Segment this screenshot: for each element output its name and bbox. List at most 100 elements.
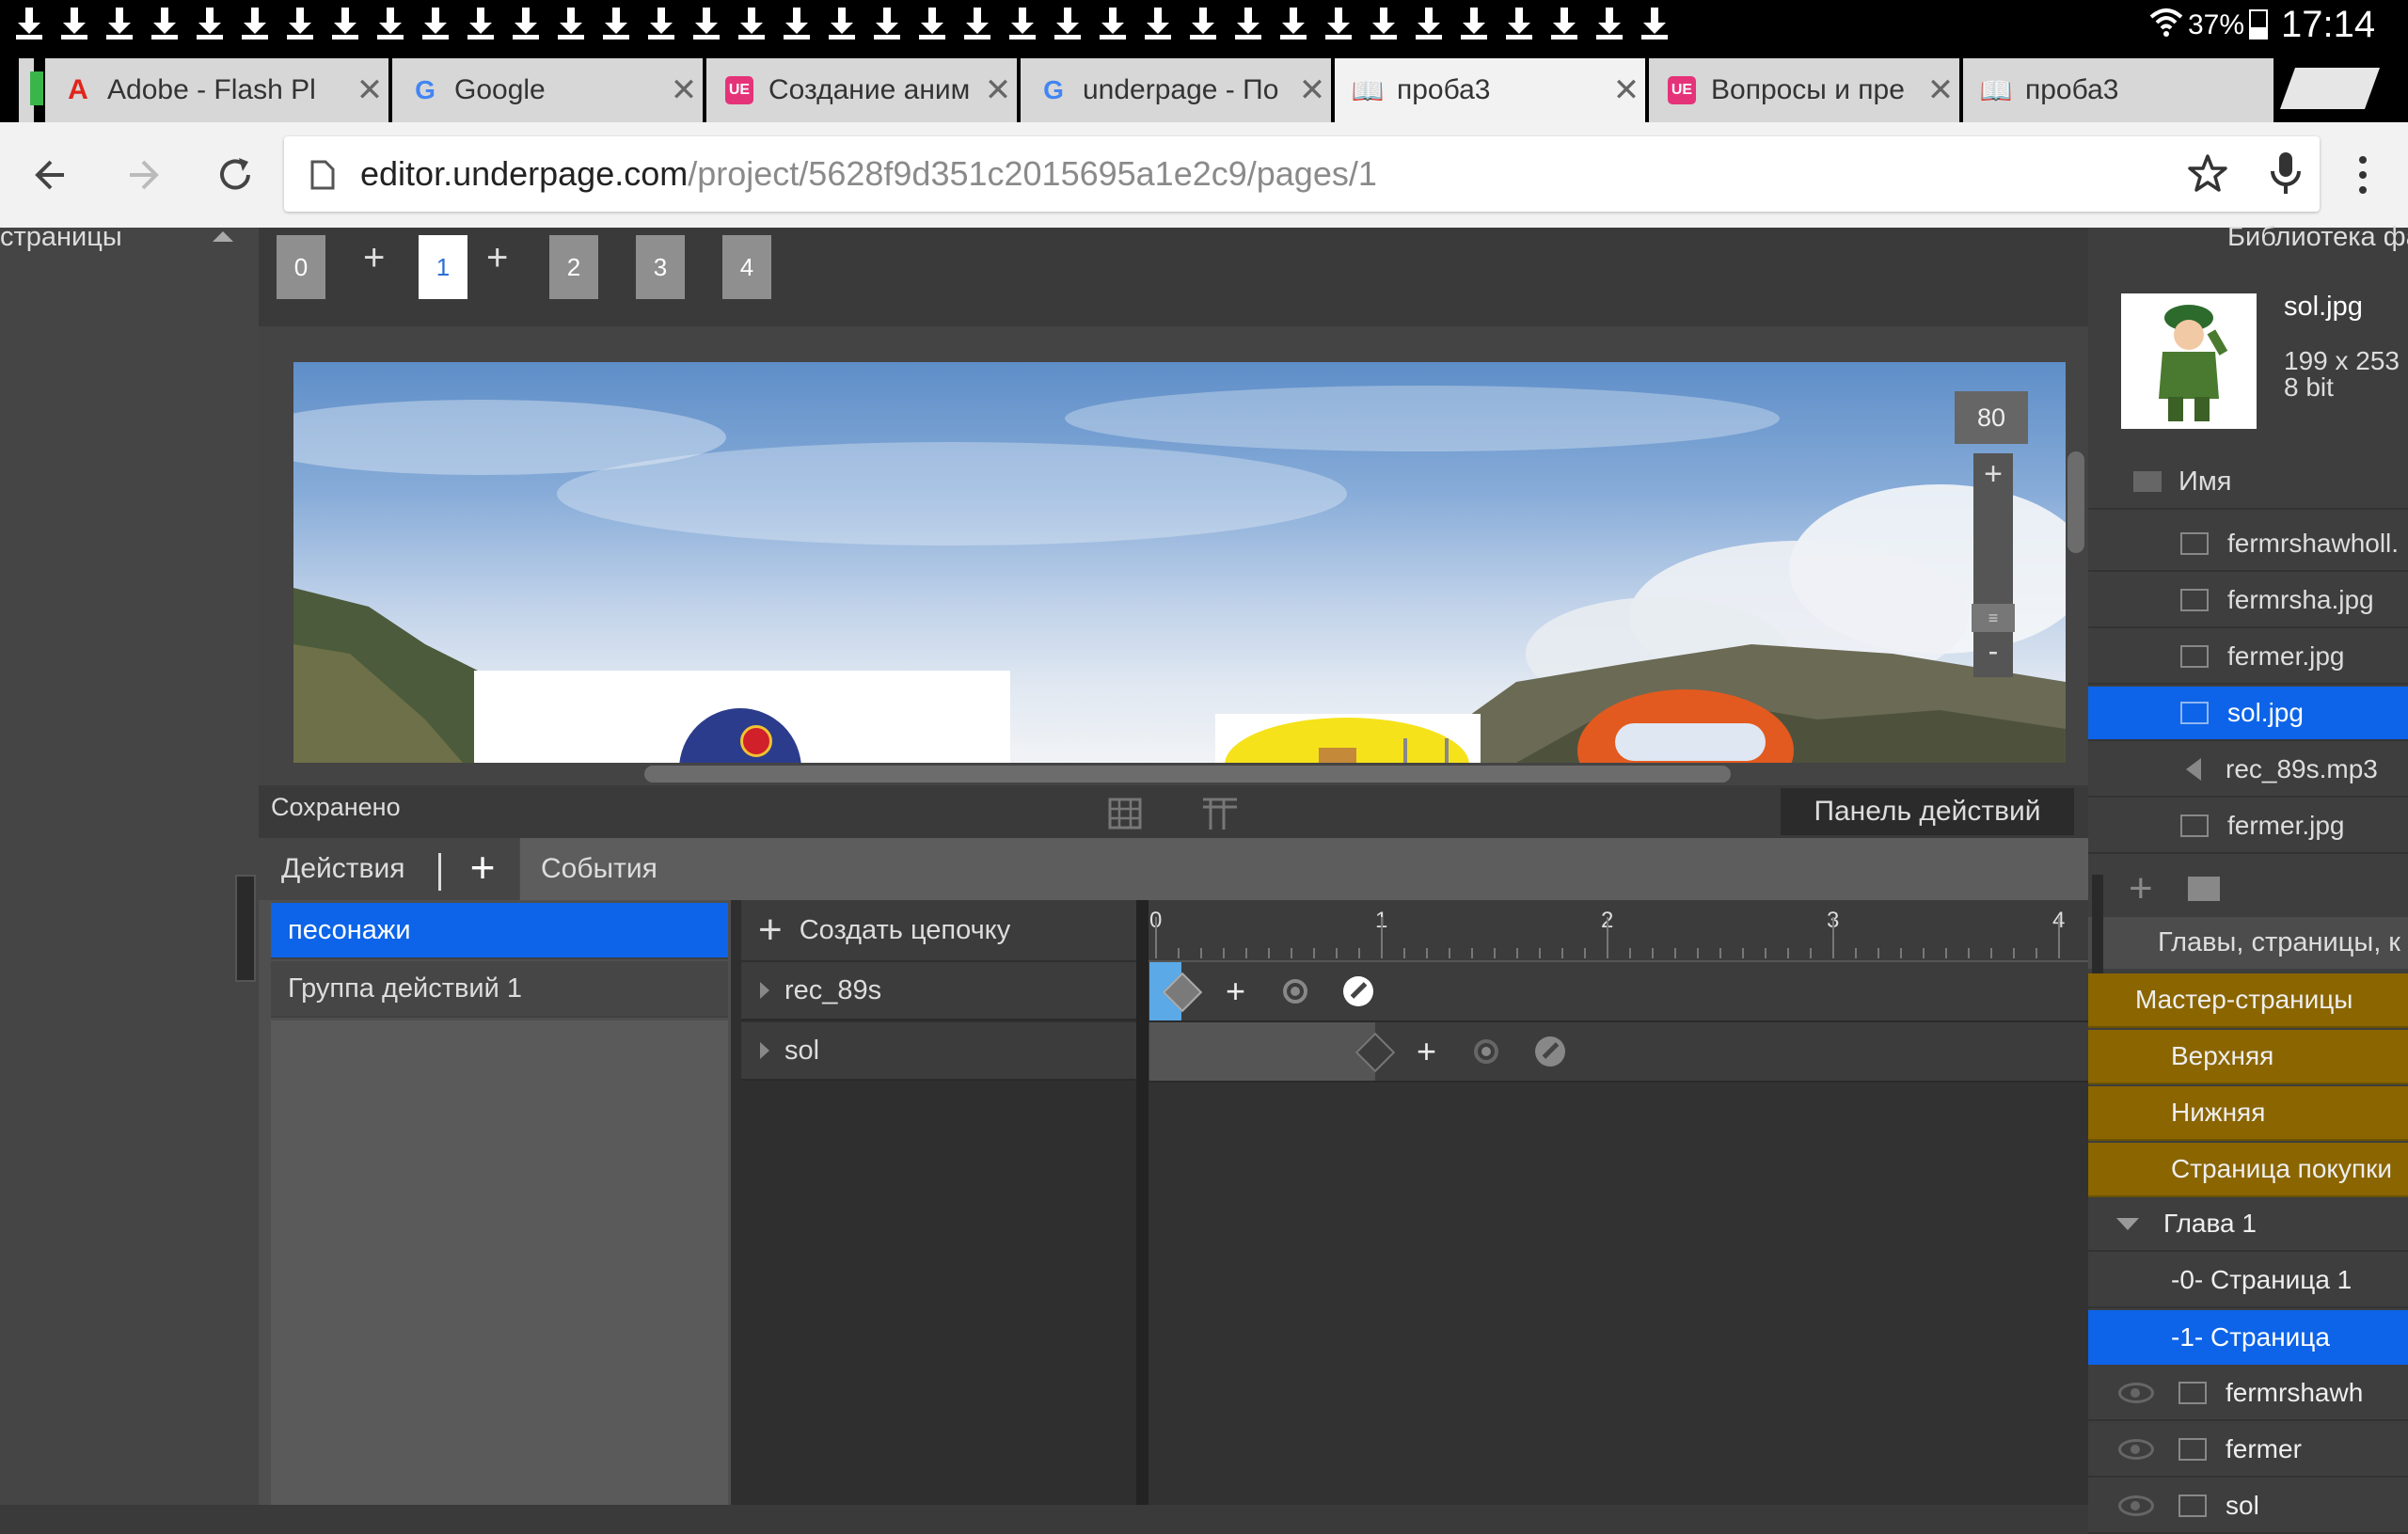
master-page-bottom[interactable]: Нижняя [2088, 1086, 2408, 1141]
chapter-item[interactable]: Глава 1 [2088, 1197, 2408, 1252]
tab-questions[interactable]: UE Вопросы и пре ✕ [1649, 58, 1959, 122]
column-name-label: Имя [2178, 466, 2232, 497]
expand-arrow-icon[interactable] [760, 982, 769, 999]
eye-visibility-icon[interactable] [2118, 1383, 2154, 1403]
reload-icon[interactable] [214, 154, 256, 196]
master-page-purchase[interactable]: Страница покупки [2088, 1143, 2408, 1197]
layer-item[interactable]: sol [2088, 1479, 2408, 1534]
layer-item[interactable]: fermer [2088, 1423, 2408, 1478]
library-file-item[interactable]: fermrshawholl. [2088, 517, 2408, 572]
forward-arrow-icon[interactable] [124, 156, 162, 194]
insert-page-button[interactable]: + [363, 237, 385, 279]
guides-icon[interactable] [1201, 796, 1239, 831]
zoom-slider-handle[interactable]: ≡ [1972, 604, 2015, 632]
page-button-3[interactable]: 3 [636, 235, 685, 299]
master-pages-header[interactable]: Мастер-страницы [2088, 973, 2408, 1028]
ruler-tick [1516, 948, 1518, 958]
page-button-1[interactable]: 1 [419, 235, 467, 299]
tab-create-animation[interactable]: UE Создание аним ✕ [706, 58, 1017, 122]
target-icon[interactable] [1283, 979, 1307, 1004]
create-chain-button[interactable]: + Создать цепочку [741, 900, 1136, 960]
character-image-farmer-wife[interactable] [1568, 689, 1803, 763]
ruler-tick [1494, 948, 1496, 958]
url-text[interactable]: editor.underpage.com/project/5628f9d351c… [360, 154, 1377, 194]
download-arrow-icon [149, 6, 181, 40]
file-name-label: fermer.jpg [2227, 641, 2345, 671]
close-tab-icon[interactable]: ✕ [351, 71, 388, 109]
delay-bar[interactable] [1149, 1022, 1375, 1081]
edit-pencil-icon[interactable] [1343, 976, 1373, 1006]
vertical-scrollbar[interactable] [2067, 451, 2084, 553]
new-tab-button[interactable] [2279, 68, 2381, 109]
add-file-plus-icon[interactable]: + [2129, 865, 2153, 912]
zoom-out-button[interactable]: - [1973, 632, 2013, 675]
download-arrow-icon [1548, 6, 1580, 40]
collapse-arrow-icon[interactable] [2116, 1217, 2139, 1230]
layer-item[interactable]: fermrshawh [2088, 1367, 2408, 1421]
close-tab-icon[interactable]: ✕ [1608, 71, 1645, 109]
close-tab-icon[interactable]: ✕ [1922, 71, 1959, 109]
chapter-page-item-selected[interactable]: -1- Страница [2088, 1310, 2408, 1365]
library-file-item[interactable]: fermrsha.jpg [2088, 574, 2408, 628]
add-action-group-button[interactable]: + [457, 838, 508, 900]
add-step-plus-icon[interactable]: + [1226, 974, 1245, 1008]
target-icon[interactable] [1474, 1039, 1498, 1064]
folder-icon[interactable] [2188, 877, 2220, 901]
chain-item-sol[interactable]: sol [741, 1022, 1136, 1081]
grid-icon[interactable] [1108, 798, 1142, 830]
tab-google[interactable]: G Google ✕ [392, 58, 703, 122]
eye-visibility-icon[interactable] [2118, 1439, 2154, 1460]
add-step-plus-icon[interactable]: + [1417, 1035, 1436, 1068]
expand-arrow-icon[interactable] [760, 1042, 769, 1059]
collapse-up-icon[interactable] [213, 231, 233, 242]
tab-adobe-flash[interactable]: A Adobe - Flash Pl ✕ [45, 58, 388, 122]
ruler-tick [1200, 948, 1202, 958]
left-panel-resize-handle[interactable] [235, 875, 256, 982]
library-file-item[interactable]: rec_89s.mp3 [2088, 743, 2408, 798]
insert-page-button[interactable]: + [486, 237, 508, 279]
master-page-top[interactable]: Верхняя [2088, 1030, 2408, 1084]
library-file-item[interactable]: fermer.jpg [2088, 799, 2408, 854]
page-button-4[interactable]: 4 [722, 235, 771, 299]
chain-item-rec-89s[interactable]: rec_89s [741, 962, 1136, 1020]
tab-underpage-search[interactable]: G underpage - По ✕ [1021, 58, 1331, 122]
ruler-tick [1358, 948, 1360, 958]
chains-timeline-divider[interactable] [1136, 900, 1149, 1505]
chapter-page-item[interactable]: -0- Страница 1 [2088, 1254, 2408, 1308]
library-file-item-selected[interactable]: sol.jpg [2088, 687, 2408, 741]
actions-panel-button[interactable]: Панель действий [1781, 788, 2074, 835]
action-group-item[interactable]: Группа действий 1 [271, 961, 728, 1018]
download-arrow-icon [961, 6, 993, 40]
action-group-item-selected[interactable]: песонажи [271, 903, 728, 959]
overflow-menu-icon[interactable] [2355, 154, 2370, 196]
close-tab-icon[interactable]: ✕ [1293, 71, 1331, 109]
close-tab-icon[interactable]: ✕ [979, 71, 1017, 109]
horizontal-scrollbar[interactable] [644, 766, 1731, 783]
page-button-0[interactable]: 0 [277, 235, 325, 299]
library-column-header[interactable]: Имя [2088, 455, 2408, 510]
tab-proba3-active[interactable]: 📖 проба3 ✕ [1335, 58, 1645, 122]
download-arrow-icon [1503, 6, 1535, 40]
library-file-item[interactable]: fermer.jpg [2088, 630, 2408, 685]
character-image-soldier[interactable] [474, 671, 1010, 763]
microphone-icon[interactable] [2269, 150, 2303, 196]
bookmark-star-icon[interactable] [2188, 153, 2227, 193]
ruler-tick [1787, 948, 1789, 958]
close-tab-icon[interactable]: ✕ [665, 71, 703, 109]
tab-events[interactable]: События [520, 838, 2088, 900]
edit-pencil-icon[interactable] [1535, 1036, 1565, 1067]
download-arrow-icon [736, 6, 768, 40]
zoom-in-button[interactable]: + [1973, 453, 2013, 495]
file-name-label: rec_89s.mp3 [2226, 754, 2378, 783]
eye-visibility-icon[interactable] [2118, 1495, 2154, 1516]
chapters-panel-header[interactable]: Главы, страницы, к [2088, 917, 2408, 969]
page-button-2[interactable]: 2 [549, 235, 598, 299]
select-all-icon[interactable] [2133, 471, 2162, 492]
back-arrow-icon[interactable] [32, 156, 70, 194]
tab-proba3[interactable]: 📖 проба3 [1963, 58, 2273, 122]
character-image-farmer[interactable] [1215, 714, 1481, 763]
page-info-icon[interactable] [310, 160, 335, 190]
timeline-ruler[interactable] [1149, 900, 2088, 962]
right-panel-resize-handle[interactable] [2092, 875, 2103, 978]
page-canvas[interactable] [293, 362, 2066, 763]
